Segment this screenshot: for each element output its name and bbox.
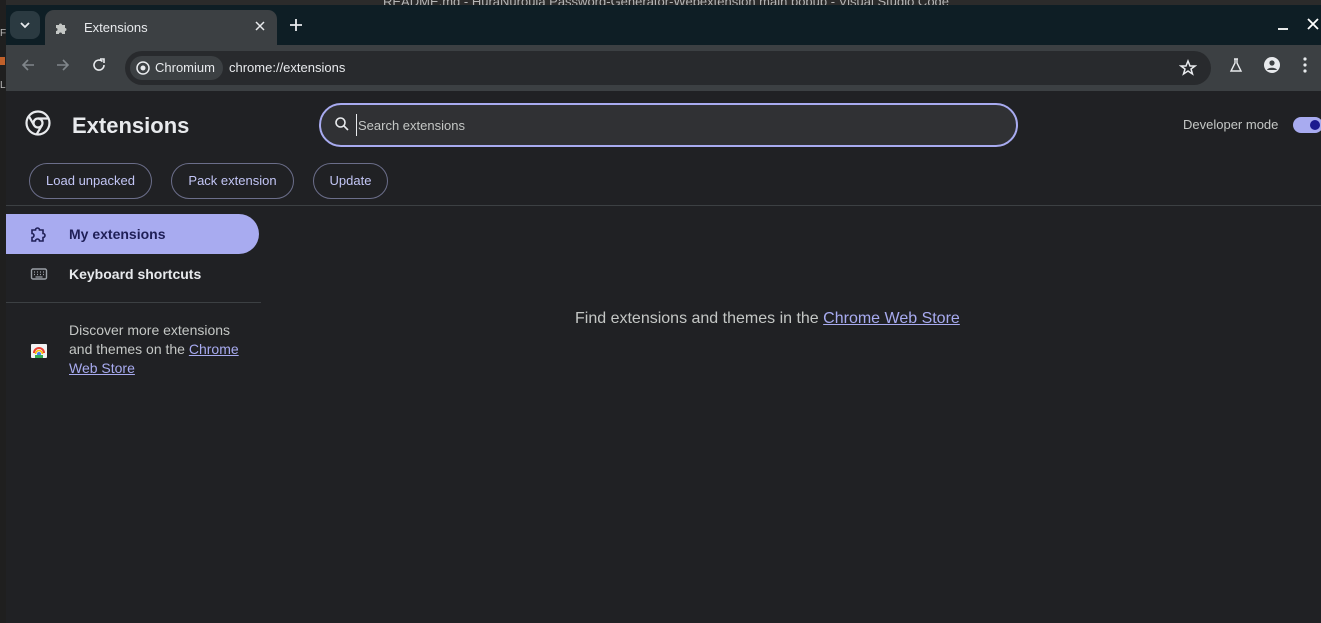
search-input[interactable] — [356, 114, 996, 136]
extensions-header: Extensions Developer mode Load unpacked … — [6, 91, 1321, 206]
minimize-icon[interactable] — [1276, 17, 1290, 31]
bookmark-star-icon[interactable] — [1179, 59, 1197, 77]
chrome-web-store-link[interactable]: Chrome Web Store — [823, 310, 960, 327]
tab-strip: Extensions — [6, 5, 1321, 45]
search-bar[interactable] — [319, 103, 1018, 147]
kebab-menu-icon[interactable] — [1302, 57, 1308, 73]
chrome-web-store-icon — [31, 344, 47, 358]
close-icon[interactable] — [254, 20, 266, 32]
new-tab-plus-icon[interactable] — [288, 17, 304, 33]
tab-title: Extensions — [84, 20, 148, 35]
sidebar-item-label: Keyboard shortcuts — [69, 266, 202, 282]
developer-mode-label: Developer mode — [1183, 117, 1279, 132]
extension-icon — [31, 227, 46, 242]
sidebar-item-my-extensions[interactable]: My extensions — [6, 214, 259, 254]
chevron-down-icon — [20, 22, 30, 29]
forward-arrow-icon[interactable] — [55, 57, 71, 73]
site-info-chip[interactable]: Chromium — [130, 56, 223, 80]
update-button[interactable]: Update — [313, 163, 388, 199]
address-bar[interactable]: Chromium chrome://extensions — [125, 51, 1211, 85]
tab-search-button[interactable] — [10, 11, 40, 39]
sidebar-item-keyboard-shortcuts[interactable]: Keyboard shortcuts — [6, 254, 259, 294]
sidebar-item-label: My extensions — [69, 226, 166, 242]
back-arrow-icon[interactable] — [20, 57, 36, 73]
empty-state-message: Find extensions and themes in the Chrome… — [575, 310, 960, 328]
profile-avatar-icon[interactable] — [1264, 57, 1280, 73]
discover-more-text: Discover more extensions and themes on t… — [69, 321, 249, 378]
keyboard-icon — [30, 268, 48, 280]
tab-extensions[interactable]: Extensions — [45, 10, 277, 45]
browser-toolbar: Chromium chrome://extensions — [6, 45, 1321, 91]
edge-fragment-accent — [0, 57, 5, 65]
page-title: Extensions — [72, 113, 190, 138]
developer-mode-toggle[interactable] — [1293, 117, 1321, 133]
site-info-chip-label: Chromium — [155, 60, 215, 75]
edge-fragment: L — [0, 80, 6, 91]
load-unpacked-button[interactable]: Load unpacked — [29, 163, 152, 199]
window-close-icon[interactable] — [1306, 17, 1320, 31]
search-icon — [335, 117, 349, 131]
url-text[interactable]: chrome://extensions — [229, 60, 345, 75]
chromium-logo-icon — [136, 61, 150, 75]
labs-flask-icon[interactable] — [1228, 57, 1244, 73]
pack-extension-button[interactable]: Pack extension — [171, 163, 294, 199]
puzzle-icon — [56, 23, 67, 34]
toggle-knob — [1310, 120, 1320, 130]
reload-icon[interactable] — [91, 57, 107, 73]
chromium-logo-icon — [25, 110, 51, 136]
empty-state-prefix: Find extensions and themes in the — [575, 310, 824, 327]
sidebar-divider — [6, 302, 261, 303]
browser-window: Extensions Chromium chrome://extensions — [6, 5, 1321, 623]
